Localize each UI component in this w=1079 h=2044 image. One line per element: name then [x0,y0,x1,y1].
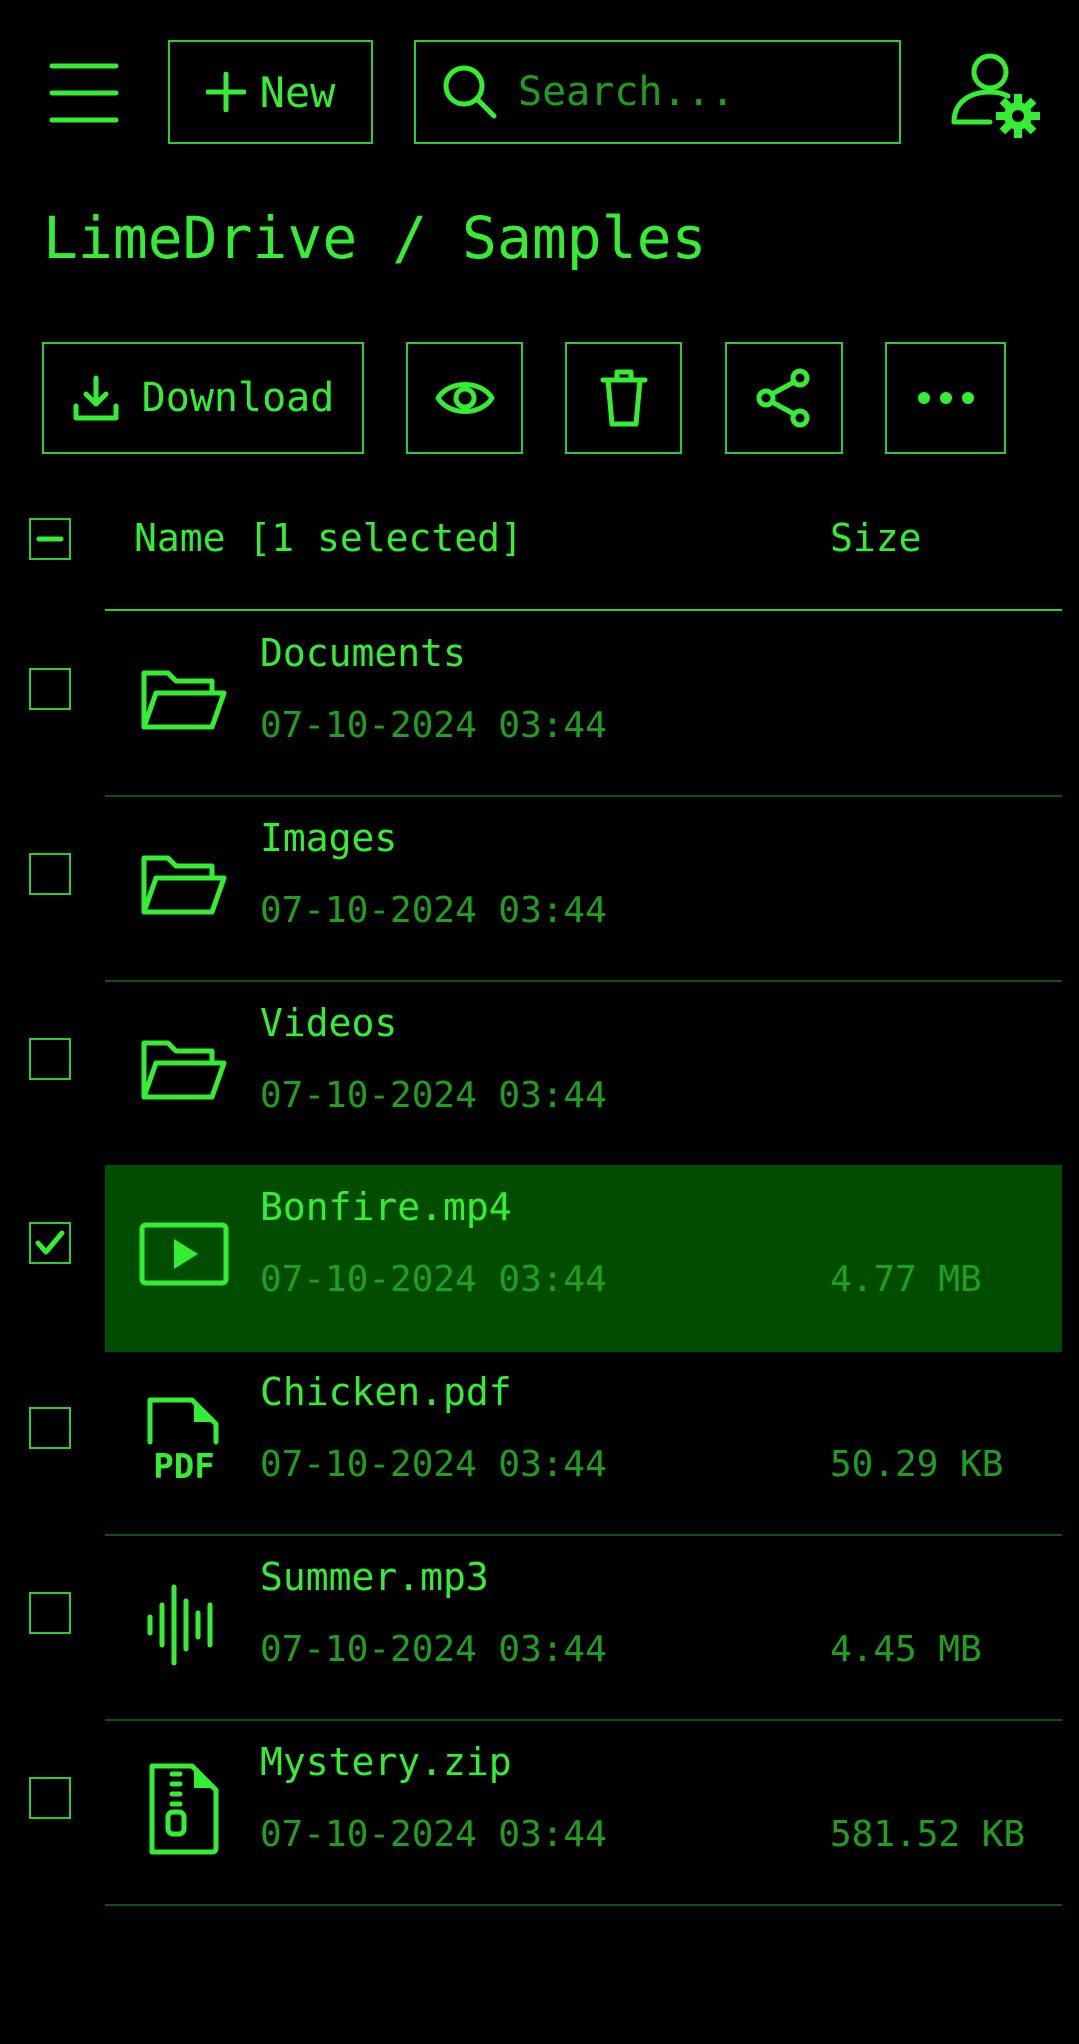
search-icon [443,65,497,119]
name-column-header[interactable]: Name [1 selected] [134,516,523,560]
file-size: 4.45 MB [830,1629,982,1670]
file-date: 07-10-2024 03:44 [260,1629,607,1670]
table-row[interactable]: Videos 07-10-2024 03:44 [0,981,1079,1166]
table-row-selected[interactable]: Bonfire.mp4 07-10-2024 03:44 4.77 MB [0,1165,1079,1352]
file-date: 07-10-2024 03:44 [260,1075,607,1116]
video-play-icon [139,1222,229,1286]
more-button[interactable] [885,342,1006,454]
hamburger-menu-icon [49,63,119,123]
size-column-header[interactable]: Size [830,516,922,560]
folder-icon [141,670,227,730]
pdf-label: PDF [153,1447,214,1486]
plus-icon [205,72,246,112]
table-row[interactable]: PDF Chicken.pdf 07-10-2024 03:44 50.29 K… [0,1350,1079,1536]
eye-icon [435,382,494,414]
zip-file-icon [149,1763,219,1855]
row-checkbox[interactable] [29,1777,71,1819]
row-checkbox-checked[interactable] [29,1222,71,1264]
file-name: Videos [260,1001,398,1045]
breadcrumb: LimeDrive / Samples [43,204,707,272]
search-input[interactable] [516,68,880,116]
row-checkbox[interactable] [29,1407,71,1449]
file-size: 581.52 KB [830,1814,1026,1855]
share-icon [756,368,810,428]
preview-button[interactable] [406,342,523,454]
row-checkbox[interactable] [29,853,71,895]
download-icon [73,375,119,421]
file-date: 07-10-2024 03:44 [260,1259,607,1300]
search-box[interactable] [414,40,901,144]
audio-waveform-icon [147,1584,213,1666]
table-row[interactable]: Mystery.zip 07-10-2024 03:44 581.52 KB [0,1720,1079,1906]
checkmark-icon [35,1230,65,1255]
row-divider [105,1904,1062,1906]
row-checkbox[interactable] [29,1038,71,1080]
pdf-file-icon: PDF [147,1397,219,1486]
row-checkbox[interactable] [29,668,71,710]
download-button[interactable]: Download [42,342,364,454]
folder-icon [141,1040,227,1100]
file-name: Mystery.zip [260,1740,512,1784]
file-name: Chicken.pdf [260,1370,512,1414]
user-settings-icon [951,53,1040,138]
table-row[interactable]: Documents 07-10-2024 03:44 [0,611,1079,797]
table-row[interactable]: Summer.mp3 07-10-2024 03:44 4.45 MB [0,1535,1079,1721]
new-button[interactable]: New [168,40,373,144]
share-button[interactable] [725,342,843,454]
file-date: 07-10-2024 03:44 [260,705,607,746]
more-dots-icon [917,392,974,404]
menu-button[interactable] [48,60,120,126]
file-date: 07-10-2024 03:44 [260,1814,607,1855]
folder-icon [141,855,227,915]
file-name: Images [260,816,398,860]
minus-icon [36,536,64,542]
file-name: Summer.mp3 [260,1555,489,1599]
file-date: 07-10-2024 03:44 [260,1444,607,1485]
file-name: Documents [260,631,466,675]
file-size: 50.29 KB [830,1444,1004,1485]
download-button-label: Download [141,375,335,421]
file-name: Bonfire.mp4 [260,1185,512,1229]
table-row[interactable]: Images 07-10-2024 03:44 [0,796,1079,982]
file-date: 07-10-2024 03:44 [260,890,607,931]
user-settings-button[interactable] [948,50,1044,140]
trash-icon [600,369,647,427]
row-checkbox[interactable] [29,1592,71,1634]
delete-button[interactable] [565,342,682,454]
file-size: 4.77 MB [830,1259,982,1300]
new-button-label: New [259,67,336,117]
select-all-checkbox[interactable] [29,518,71,560]
